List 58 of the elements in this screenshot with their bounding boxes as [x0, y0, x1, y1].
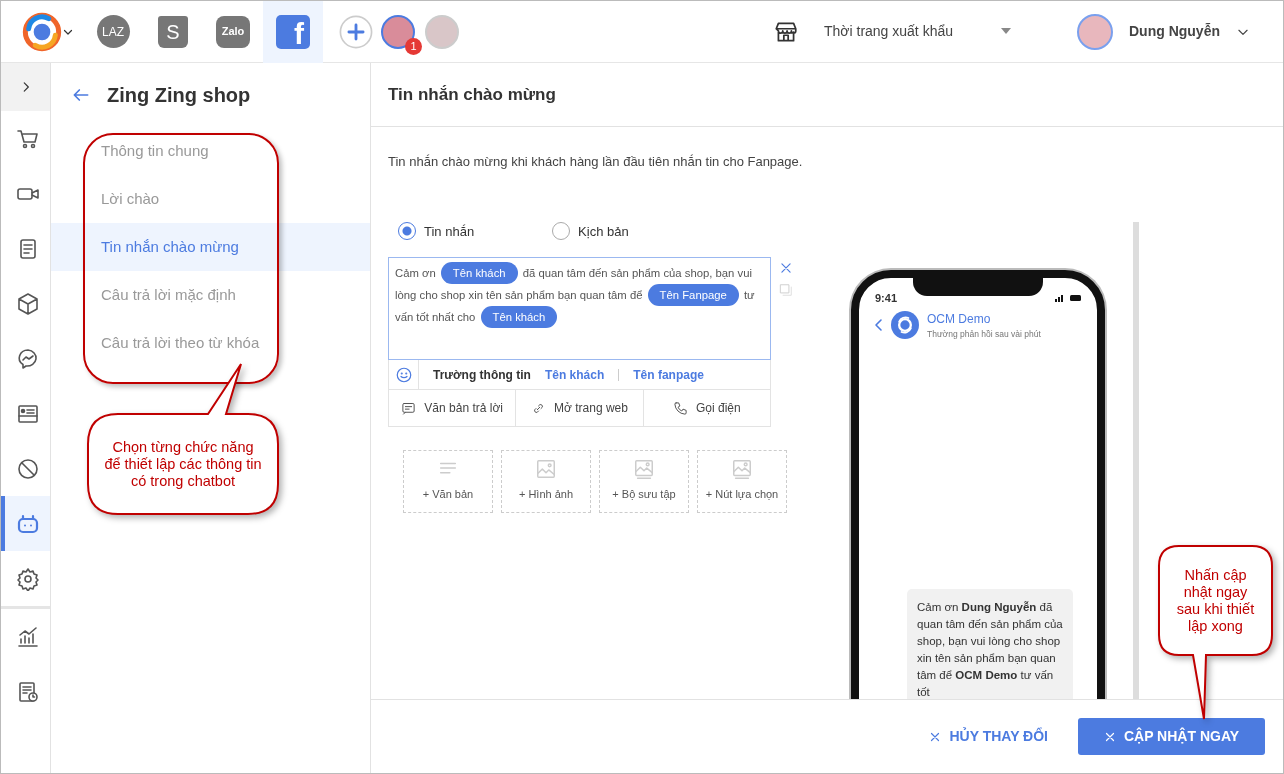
menu-item[interactable]: Lời chào — [51, 175, 370, 223]
ban-icon[interactable] — [15, 456, 40, 481]
field-link[interactable]: Tên khách — [544, 365, 605, 384]
chat-page-status: Thường phản hồi sau vài phút — [927, 328, 1041, 341]
settings-icon[interactable] — [15, 566, 40, 591]
variable-tag[interactable]: Tên khách — [480, 306, 558, 328]
app-logo-icon[interactable] — [22, 11, 62, 52]
status-icons — [1055, 293, 1081, 302]
callout-text: Chọn từng chức năng để thiết lập các thông tin có trong chatbot — [104, 438, 262, 490]
menu-item[interactable]: Câu trả lời theo từ khóa — [51, 319, 370, 367]
menu-item[interactable]: Thông tin chung — [51, 127, 370, 175]
channel-logo[interactable]: Zalo — [216, 15, 250, 48]
callout-text: Nhấn cập nhật ngay sau khi thiết lập xong — [1175, 566, 1256, 635]
add-icon[interactable] — [339, 14, 373, 49]
shop-selector[interactable]: Thời trang xuất khẩu — [814, 16, 1020, 47]
shop-title: Zing Zing shop — [107, 83, 251, 108]
chat-page-name: OCM Demo — [927, 311, 992, 328]
page-logo-icon — [891, 311, 919, 340]
gallery-icon — [731, 457, 753, 480]
scrollbar[interactable] — [1133, 221, 1139, 699]
radio-option[interactable]: Tin nhắn — [398, 221, 475, 241]
field-link[interactable]: Tên fanpage — [633, 365, 704, 384]
channel-logo[interactable]: LAZ — [96, 15, 130, 48]
variable-tag[interactable]: Tên Fanpage — [647, 284, 739, 306]
page-title: Tin nhắn chào mừng — [388, 83, 556, 106]
description: Tin nhắn chào mừng khi khách hàng lần đầu tiên nhắn tin cho Fanpage. — [388, 153, 804, 171]
message-icon — [401, 400, 417, 416]
back-icon[interactable] — [873, 318, 883, 333]
page-avatar[interactable] — [381, 14, 415, 49]
gallery-icon — [633, 457, 655, 480]
channel-logo[interactable]: S — [158, 15, 188, 48]
user-menu[interactable]: Dung Nguyễn — [1068, 8, 1259, 55]
box-icon[interactable] — [15, 291, 40, 316]
add-block-button[interactable]: + Hình ảnh — [501, 450, 591, 513]
variable-tag[interactable]: Tên khách — [440, 262, 518, 284]
radio-option[interactable]: Kịch bản — [552, 221, 629, 241]
close-icon — [929, 730, 942, 743]
phone-icon — [672, 400, 688, 416]
avatar — [1077, 13, 1113, 50]
channel-logo[interactable]: f — [276, 14, 310, 49]
field-label: Trường thông tin — [433, 366, 531, 384]
notification-badge: 1 — [405, 37, 422, 55]
message-field[interactable]: Cảm ơn Tên khách đã quan tâm đến sản phẩm của shop, bạn vui lòng cho shop xin tên sản phẩm bạn quan tâm để Tên Fanpage tư vấn tốt nhất cho Tên khách — [388, 257, 771, 360]
add-block-button[interactable]: + Văn bản — [403, 450, 493, 513]
chart-icon[interactable] — [15, 624, 40, 649]
caret-down-icon — [1001, 27, 1011, 36]
emoji-icon[interactable] — [394, 365, 413, 384]
status-time: 9:41 — [875, 290, 898, 306]
image-icon — [535, 457, 557, 480]
close-icon[interactable] — [779, 261, 793, 275]
add-block-button[interactable]: + Bộ sưu tập — [599, 450, 689, 513]
add-block-button[interactable]: + Nút lựa chọn — [697, 450, 787, 513]
menu-item[interactable]: Câu trả lời mặc định — [51, 271, 370, 319]
save-button[interactable]: CẬP NHẬT NGAY — [1078, 718, 1265, 755]
close-icon — [1103, 730, 1116, 743]
chat-bubble-icon[interactable] — [15, 346, 40, 371]
menu-item[interactable]: Tin nhắn chào mừng — [51, 223, 370, 271]
chat-message: Cảm ơn Dung Nguyễn đã quan tâm đến sản phẩm của shop, bạn vui lòng cho shop xin tên sản phẩm bạn quan tâm để OCM Demo tư vấn tốt — [907, 588, 1073, 699]
